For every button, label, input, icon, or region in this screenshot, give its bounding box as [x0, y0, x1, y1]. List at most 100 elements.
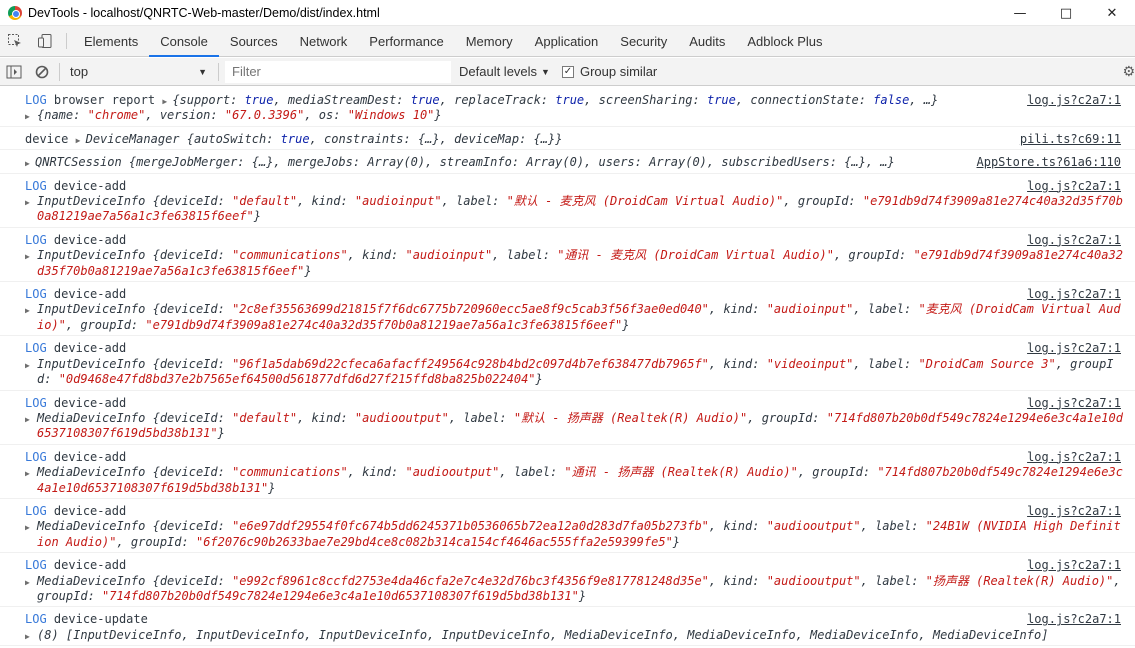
log-level-label: LOG: [25, 449, 47, 464]
source-link[interactable]: log.js?c2a7:1: [1027, 287, 1121, 302]
message-text: device-update: [53, 612, 148, 627]
console-message: AppStore.ts?61a6:110 ▶ QNRTCSession {merge…: [0, 150, 1135, 174]
console-message: log.js?c2a7:1 LOG browser report ▶ {suppor…: [0, 88, 1135, 127]
expand-triangle-icon[interactable]: ▶: [25, 195, 30, 210]
group-similar-checkbox[interactable]: ✓: [561, 65, 574, 78]
expand-triangle-icon[interactable]: ▶: [25, 109, 30, 124]
source-link[interactable]: AppStore.ts?61a6:110: [977, 155, 1122, 170]
tab-network[interactable]: Network: [289, 26, 359, 56]
log-levels-dropdown[interactable]: Default levels ▼: [459, 64, 550, 79]
object-preview[interactable]: ▶ MediaDeviceInfo {deviceId: "e992cf8961c…: [25, 574, 1125, 605]
console-message: log.js?c2a7:1 LOG device-add ▶ InputDevice…: [0, 282, 1135, 337]
object-preview[interactable]: ▶ InputDeviceInfo {deviceId: "96f1a5dab69…: [25, 357, 1125, 388]
context-value: top: [70, 64, 89, 79]
message-line: LOG device-add: [25, 450, 995, 465]
tab-application[interactable]: Application: [524, 26, 610, 56]
group-similar-option[interactable]: ✓ Group similar: [561, 64, 657, 79]
device-toolbar-icon[interactable]: [30, 26, 60, 56]
console-message: log.js?c2a7:1 LOG device-add ▶ InputDevice…: [0, 174, 1135, 228]
source-link[interactable]: log.js?c2a7:1: [1027, 558, 1121, 573]
message-text: device-add: [53, 178, 127, 193]
window-title: DevTools - localhost/QNRTC-Web-master/De…: [28, 5, 380, 20]
toolbar-divider: [218, 62, 219, 81]
console-message: log.js?c2a7:1 LOG device-add ▶ InputDevice…: [0, 336, 1135, 391]
inspect-element-icon[interactable]: [0, 26, 30, 56]
context-selector[interactable]: top ▼: [63, 61, 215, 83]
toolbar-divider: [66, 33, 67, 49]
message-line: LOG device-add: [25, 179, 995, 194]
source-link[interactable]: log.js?c2a7:1: [1027, 341, 1121, 356]
clear-console-icon[interactable]: [28, 58, 56, 86]
object-preview[interactable]: ▶ InputDeviceInfo {deviceId: "2c8ef355636…: [25, 302, 1125, 333]
console-message: log.js?c2a7:1 LOG device-update ▶ (8) [Inp…: [0, 607, 1135, 647]
filter-input[interactable]: [225, 60, 451, 83]
gear-icon[interactable]: ⚙: [1121, 58, 1135, 86]
object-preview[interactable]: ▶ MediaDeviceInfo {deviceId: "e6e97ddf295…: [25, 519, 1125, 550]
expand-triangle-icon[interactable]: ▶: [25, 358, 30, 373]
log-level-label: LOG: [25, 558, 47, 573]
log-level-label: LOG: [25, 287, 47, 302]
console-toolbar: top ▼ Default levels ▼ ✓ Group similar ⚙: [0, 58, 1135, 86]
console-message: log.js?c2a7:1 LOG device-add ▶ MediaDevice…: [0, 445, 1135, 499]
minimize-button[interactable]: —: [997, 0, 1043, 26]
message-line: LOG device-add: [25, 504, 995, 519]
message-text: device-add: [53, 341, 127, 356]
object-preview[interactable]: ▶ QNRTCSession {mergeJobMerger: {…}, merg…: [25, 155, 895, 169]
log-level-label: LOG: [25, 503, 47, 518]
expand-triangle-icon[interactable]: ▶: [25, 303, 30, 318]
sidebar-toggle-icon[interactable]: [0, 58, 28, 86]
window-controls: — □ ✕: [997, 0, 1135, 26]
expand-triangle-icon[interactable]: ▶: [25, 249, 30, 264]
source-link[interactable]: pili.ts?c69:11: [1020, 132, 1121, 147]
source-link[interactable]: log.js?c2a7:1: [1027, 233, 1121, 248]
expand-triangle-icon[interactable]: ▶: [25, 412, 30, 427]
log-level-label: LOG: [25, 612, 47, 627]
source-link[interactable]: log.js?c2a7:1: [1027, 450, 1121, 465]
tab-console[interactable]: Console: [149, 26, 219, 57]
expand-triangle-icon[interactable]: ▶: [25, 466, 30, 481]
object-preview[interactable]: ▶ InputDeviceInfo {deviceId: "communicati…: [25, 248, 1125, 279]
log-level-label: LOG: [25, 178, 47, 193]
source-link[interactable]: log.js?c2a7:1: [1027, 612, 1121, 627]
expand-triangle-icon[interactable]: ▶: [162, 94, 167, 109]
message-line: LOG device-add: [25, 233, 995, 248]
message-text: device-add: [53, 395, 127, 410]
object-preview[interactable]: ▶ {support: true, mediaStreamDest: true, …: [162, 93, 938, 107]
toolbar-divider: [59, 62, 60, 81]
tab-performance[interactable]: Performance: [358, 26, 454, 56]
message-line: LOG device-add: [25, 558, 995, 573]
console-message: log.js?c2a7:1 LOG device-add ▶ InputDevice…: [0, 228, 1135, 283]
chevron-down-icon: ▼: [198, 66, 207, 77]
tab-memory[interactable]: Memory: [455, 26, 524, 56]
close-button[interactable]: ✕: [1089, 0, 1135, 26]
source-link[interactable]: log.js?c2a7:1: [1027, 93, 1121, 108]
expand-triangle-icon[interactable]: ▶: [25, 575, 30, 590]
expand-triangle-icon[interactable]: ▶: [25, 629, 30, 644]
expand-triangle-icon[interactable]: ▶: [76, 133, 81, 148]
expand-triangle-icon[interactable]: ▶: [25, 156, 30, 171]
object-preview[interactable]: ▶ (8) [InputDeviceInfo, InputDeviceInfo, …: [25, 628, 1125, 643]
log-levels-label: Default levels: [459, 64, 538, 79]
tab-sources[interactable]: Sources: [219, 26, 289, 56]
object-preview[interactable]: ▶ MediaDeviceInfo {deviceId: "default", k…: [25, 411, 1125, 442]
object-preview[interactable]: ▶ MediaDeviceInfo {deviceId: "communicati…: [25, 465, 1125, 496]
chevron-down-icon: ▼: [541, 66, 550, 77]
source-link[interactable]: log.js?c2a7:1: [1027, 179, 1121, 194]
tab-elements[interactable]: Elements: [73, 26, 149, 56]
tab-security[interactable]: Security: [609, 26, 678, 56]
expand-triangle-icon[interactable]: ▶: [25, 520, 30, 535]
maximize-button[interactable]: □: [1043, 0, 1089, 26]
tab-audits[interactable]: Audits: [678, 26, 736, 56]
object-preview[interactable]: ▶ {name: "chrome", version: "67.0.3396", …: [25, 108, 1125, 123]
message-line: LOG device-update: [25, 612, 995, 627]
message-text: device-add: [53, 287, 127, 302]
log-level-label: LOG: [25, 395, 47, 410]
object-preview[interactable]: ▶ DeviceManager {autoSwitch: true, constr…: [76, 132, 563, 146]
chrome-icon: [8, 5, 22, 20]
tab-adblock-plus[interactable]: Adblock Plus: [736, 26, 833, 56]
object-preview[interactable]: ▶ InputDeviceInfo {deviceId: "default", k…: [25, 194, 1125, 225]
message-line: LOG device-add: [25, 396, 995, 411]
source-link[interactable]: log.js?c2a7:1: [1027, 396, 1121, 411]
message-text: device-add: [53, 558, 127, 573]
source-link[interactable]: log.js?c2a7:1: [1027, 504, 1121, 519]
